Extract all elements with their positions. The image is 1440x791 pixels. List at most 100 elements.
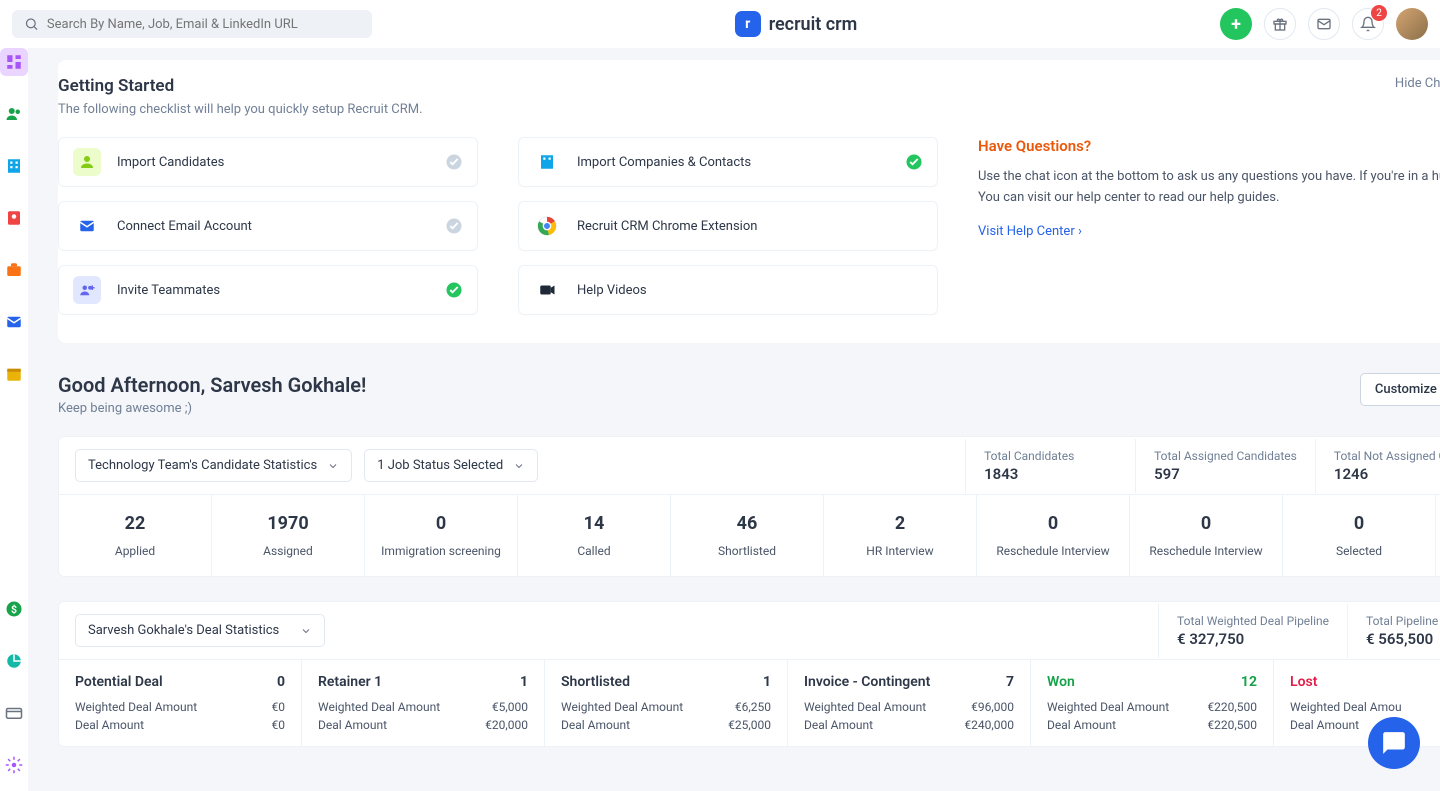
sidebar-calendar[interactable] — [0, 360, 28, 388]
dashboard-icon — [5, 53, 23, 71]
gs-item-label: Import Candidates — [117, 155, 429, 170]
gs-item[interactable]: Import Candidates — [58, 137, 478, 187]
total-cell: Total Candidates1843 — [965, 439, 1135, 493]
gs-item-icon — [73, 148, 101, 176]
topbar-right: + 2 — [1220, 8, 1428, 40]
check-icon — [445, 153, 463, 171]
hide-checklist-link[interactable]: Hide Checklist — [1395, 76, 1440, 117]
svg-text:$: $ — [11, 603, 17, 616]
calendar-icon — [5, 365, 23, 383]
sidebar-settings[interactable] — [0, 751, 28, 779]
gs-item-icon — [73, 212, 101, 240]
gs-item-label: Recruit CRM Chrome Extension — [577, 219, 889, 234]
gs-item[interactable]: Invite Teammates — [58, 265, 478, 315]
check-icon — [905, 217, 923, 235]
sidebar-reports[interactable] — [0, 647, 28, 675]
check-icon — [905, 281, 923, 299]
notif-badge: 2 — [1371, 5, 1387, 21]
greeting-sub: Keep being awesome ;) — [58, 401, 366, 416]
team-selector[interactable]: Technology Team's Candidate Statistics — [75, 449, 352, 482]
sidebar-companies[interactable] — [0, 152, 28, 180]
gs-item[interactable]: Recruit CRM Chrome Extension — [518, 201, 938, 251]
check-icon — [445, 281, 463, 299]
logo-icon: r — [735, 11, 761, 37]
chevron-down-icon — [327, 460, 339, 472]
help-body: Use the chat icon at the bottom to ask u… — [978, 167, 1440, 209]
sidebar-dashboard[interactable] — [0, 48, 28, 76]
help-link[interactable]: Visit Help Center › — [978, 224, 1082, 239]
deal-cell[interactable]: Won12Weighted Deal Amount€220,500Deal Am… — [1031, 660, 1274, 746]
gs-item-label: Invite Teammates — [117, 283, 429, 298]
check-icon — [445, 217, 463, 235]
sidebar-candidates[interactable] — [0, 204, 28, 232]
topbar: r recruit crm + 2 — [0, 0, 1440, 48]
gs-item-icon — [73, 276, 101, 304]
search-input[interactable] — [47, 17, 360, 32]
search-box[interactable] — [12, 10, 372, 38]
total-cell: Total Not Assigned Candidates1246 — [1315, 439, 1440, 493]
customize-dashboard-button[interactable]: Customize Dashboard — [1360, 373, 1440, 406]
check-icon — [905, 153, 923, 171]
gs-item-label: Import Companies & Contacts — [577, 155, 889, 170]
envelope-icon — [5, 313, 23, 331]
sidebar-mail[interactable] — [0, 308, 28, 336]
help-box: Have Questions? Use the chat icon at the… — [978, 137, 1440, 239]
gs-right-col: Import Companies & Contacts Recruit CRM C… — [518, 137, 938, 315]
deal-cell[interactable]: Shortlisted1Weighted Deal Amount€6,250De… — [545, 660, 788, 746]
gs-item-icon — [533, 148, 561, 176]
chat-icon — [1381, 730, 1407, 756]
stage-cell[interactable]: 0Reschedule Interview — [1130, 495, 1283, 576]
search-icon — [24, 16, 39, 32]
main-content: Getting Started The following checklist … — [28, 48, 1440, 791]
total-cell: Total Weighted Deal Pipeline€ 327,750 — [1158, 604, 1347, 658]
person-card-icon — [5, 209, 23, 227]
job-status-selector[interactable]: 1 Job Status Selected — [364, 449, 538, 482]
deal-stats-panel: Sarvesh Gokhale's Deal Statistics Total … — [58, 601, 1440, 747]
deal-selector[interactable]: Sarvesh Gokhale's Deal Statistics — [75, 614, 325, 647]
stage-cell[interactable]: 14Called — [518, 495, 671, 576]
deal-cell[interactable]: Invoice - Contingent7Weighted Deal Amoun… — [788, 660, 1031, 746]
total-cell: Total Assigned Candidates597 — [1135, 439, 1315, 493]
add-button[interactable]: + — [1220, 8, 1252, 40]
sidebar-billing[interactable] — [0, 699, 28, 727]
card-icon — [5, 704, 23, 722]
chevron-down-icon — [513, 460, 525, 472]
mail-button[interactable] — [1308, 8, 1340, 40]
gs-item[interactable]: Import Companies & Contacts — [518, 137, 938, 187]
brand-name: recruit crm — [769, 14, 858, 35]
stage-cell[interactable]: 0Immigration screening — [365, 495, 518, 576]
getting-started-section: Getting Started The following checklist … — [58, 60, 1440, 343]
mail-icon — [1316, 16, 1332, 32]
deal-cell[interactable]: Potential Deal0Weighted Deal Amount€0Dea… — [59, 660, 302, 746]
people-icon — [5, 105, 23, 123]
stage-cell[interactable]: 2HR Interview — [824, 495, 977, 576]
stage-cell[interactable]: 1970Assigned — [212, 495, 365, 576]
chevron-down-icon — [300, 625, 312, 637]
logo: r recruit crm — [384, 11, 1208, 37]
pie-icon — [5, 652, 23, 670]
gs-title: Getting Started — [58, 76, 423, 96]
avatar[interactable] — [1396, 8, 1428, 40]
gs-item-icon — [533, 212, 561, 240]
stage-cell[interactable]: 0Reschedule Interview — [977, 495, 1130, 576]
gs-item[interactable]: Help Videos — [518, 265, 938, 315]
gs-item[interactable]: Connect Email Account — [58, 201, 478, 251]
sidebar-jobs[interactable] — [0, 256, 28, 284]
stage-cell[interactable]: 46Shortlisted — [671, 495, 824, 576]
sidebar-contacts[interactable] — [0, 100, 28, 128]
notifications-button[interactable]: 2 — [1352, 8, 1384, 40]
gs-item-label: Help Videos — [577, 283, 889, 298]
sidebar-deals[interactable]: $ — [0, 595, 28, 623]
gift-icon — [1272, 16, 1288, 32]
gift-button[interactable] — [1264, 8, 1296, 40]
building-icon — [5, 157, 23, 175]
gear-icon — [5, 756, 23, 774]
briefcase-icon — [5, 261, 23, 279]
stage-cell[interactable]: 22Applied — [59, 495, 212, 576]
deal-cell[interactable]: Retainer 11Weighted Deal Amount€5,000Dea… — [302, 660, 545, 746]
greeting-title: Good Afternoon, Sarvesh Gokhale! — [58, 373, 366, 397]
stage-cell[interactable]: 0Selected — [1283, 495, 1436, 576]
chat-button[interactable] — [1368, 717, 1420, 769]
candidate-stats-panel: Technology Team's Candidate Statistics 1… — [58, 436, 1440, 577]
total-cell: Total Pipeline€ 565,500 — [1347, 604, 1440, 658]
